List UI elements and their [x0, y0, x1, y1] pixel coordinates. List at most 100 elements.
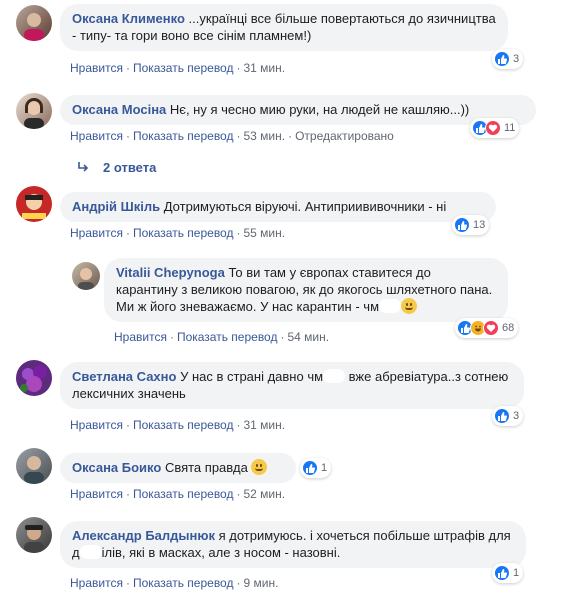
- comment-author[interactable]: Светлана Сахно: [72, 369, 176, 384]
- avatar[interactable]: [16, 517, 52, 553]
- translate-link[interactable]: Показать перевод: [133, 576, 234, 590]
- comment-bubble: Андрій Шкіль Дотримуються віруючі. Антип…: [60, 192, 496, 222]
- comment-bubble: Оксана Боико Свята правда: [60, 453, 296, 483]
- comment-author[interactable]: Оксана Мосіна: [72, 102, 166, 117]
- redaction-blot: [79, 545, 102, 559]
- avatar-photo-icon: [20, 365, 47, 392]
- love-reaction-icon: [485, 120, 501, 136]
- reactions-count: 68: [502, 322, 515, 334]
- reply-avatar[interactable]: [72, 262, 100, 290]
- translate-link[interactable]: Показать перевод: [133, 487, 234, 501]
- reactions-badge[interactable]: 3: [492, 406, 524, 426]
- comment-text-part: У нас в страні давно чм: [180, 369, 324, 384]
- avatar-photo-icon: [22, 194, 46, 219]
- edited-label[interactable]: Отредактировано: [295, 129, 394, 143]
- avatar[interactable]: [16, 186, 52, 222]
- translate-link[interactable]: Показать перевод: [133, 61, 234, 75]
- love-reaction-icon: [483, 320, 499, 336]
- avatar[interactable]: [16, 93, 52, 129]
- timestamp[interactable]: 31 мин.: [243, 418, 285, 432]
- like-link[interactable]: Нравится: [114, 330, 167, 344]
- comment-actions: Нравится · Показать перевод · 52 мин.: [70, 487, 285, 501]
- translate-link[interactable]: Показать перевод: [133, 226, 234, 240]
- reactions-badge[interactable]: 3: [492, 49, 524, 69]
- separator: ·: [125, 226, 130, 240]
- reply-actions: Нравится · Показать перевод · 54 мин.: [114, 330, 329, 344]
- reactions-count: 13: [473, 219, 486, 231]
- reactions-badge[interactable]: 68: [455, 318, 519, 338]
- avatar[interactable]: [16, 448, 52, 484]
- comment-actions: Нравится · Показать перевод · 53 мин. · Отреда…: [70, 129, 394, 143]
- timestamp[interactable]: 55 мин.: [243, 226, 285, 240]
- comment-author[interactable]: Оксана Боико: [72, 460, 161, 475]
- separator: ·: [236, 418, 241, 432]
- reactions-badge[interactable]: 1: [300, 458, 332, 478]
- separator: ·: [125, 418, 130, 432]
- comment-text: Нє, ну я чесно мию руки, на людей не каш…: [169, 102, 470, 117]
- reactions-badge[interactable]: 11: [470, 118, 520, 138]
- separator: ·: [280, 330, 285, 344]
- like-reaction-icon: [494, 408, 510, 424]
- chevron-reply-icon[interactable]: [76, 161, 90, 178]
- separator: ·: [169, 330, 174, 344]
- like-link[interactable]: Нравится: [70, 487, 123, 501]
- smile-emoji-icon: [251, 459, 268, 475]
- avatar[interactable]: [16, 5, 52, 41]
- like-link[interactable]: Нравится: [70, 226, 123, 240]
- separator: ·: [288, 129, 293, 143]
- avatar-photo-icon: [78, 268, 94, 290]
- separator: ·: [236, 487, 241, 501]
- view-replies-link[interactable]: 2 ответа: [103, 160, 156, 175]
- translate-link[interactable]: Показать перевод: [133, 129, 234, 143]
- reactions-count: 3: [513, 410, 520, 422]
- reactions-count: 3: [513, 53, 520, 65]
- separator: ·: [125, 61, 130, 75]
- separator: ·: [125, 487, 130, 501]
- reply-author[interactable]: Vitalii Chepynoga: [116, 265, 225, 280]
- reactions-count: 11: [504, 122, 516, 134]
- comment-author[interactable]: Андрій Шкіль: [72, 199, 160, 214]
- redaction-blot: [323, 369, 346, 383]
- separator: ·: [236, 61, 241, 75]
- comment-author[interactable]: Оксана Клименко: [72, 11, 185, 26]
- timestamp[interactable]: 54 мин.: [287, 330, 329, 344]
- translate-link[interactable]: Показать перевод: [177, 330, 278, 344]
- like-link[interactable]: Нравится: [70, 576, 123, 590]
- like-link[interactable]: Нравится: [70, 129, 123, 143]
- avatar-photo-icon: [24, 525, 44, 553]
- like-reaction-icon: [494, 51, 510, 67]
- timestamp[interactable]: 9 мин.: [243, 576, 278, 590]
- separator: ·: [125, 129, 130, 143]
- like-link[interactable]: Нравится: [70, 61, 123, 75]
- comment-actions: Нравится · Показать перевод · 9 мин.: [70, 576, 278, 590]
- separator: ·: [125, 576, 130, 590]
- separator: ·: [236, 226, 241, 240]
- comment-text: Дотримуються віруючі. Антиприививочники …: [163, 199, 447, 214]
- comment-actions: Нравится · Показать перевод · 55 мин.: [70, 226, 285, 240]
- timestamp[interactable]: 53 мин.: [243, 129, 285, 143]
- separator: ·: [236, 129, 241, 143]
- separator: ·: [236, 576, 241, 590]
- avatar-photo-icon: [24, 456, 44, 484]
- reactions-badge[interactable]: 1: [492, 563, 524, 583]
- comment-bubble: Оксана Клименко ...українці все більше п…: [60, 4, 508, 51]
- timestamp[interactable]: 52 мин.: [243, 487, 285, 501]
- reactions-count: 1: [321, 462, 328, 474]
- avatar-photo-icon: [24, 98, 44, 129]
- reactions-count: 1: [513, 567, 520, 579]
- comment-bubble: Светлана Сахно У нас в страні давно чм в…: [60, 362, 524, 409]
- avatar[interactable]: [16, 360, 52, 396]
- like-link[interactable]: Нравится: [70, 418, 123, 432]
- timestamp[interactable]: 31 мин.: [243, 61, 285, 75]
- like-reaction-icon: [302, 460, 318, 476]
- reactions-badge[interactable]: 13: [452, 215, 490, 235]
- comment-author[interactable]: Александр Балдынюк: [72, 528, 215, 543]
- comment-actions: Нравится · Показать перевод · 31 мин.: [70, 418, 285, 432]
- translate-link[interactable]: Показать перевод: [133, 418, 234, 432]
- like-reaction-icon: [454, 217, 470, 233]
- comment-text: Свята правда: [164, 460, 248, 475]
- comment-bubble: Оксана Мосіна Нє, ну я чесно мию руки, н…: [60, 95, 536, 125]
- comment-actions: Нравится · Показать перевод · 31 мин.: [70, 61, 285, 75]
- comment-bubble: Александр Балдынюк я дотримуюсь. і хочет…: [60, 521, 526, 568]
- comment-text-part: ілів, які в масках, але з носом - назовн…: [101, 545, 341, 560]
